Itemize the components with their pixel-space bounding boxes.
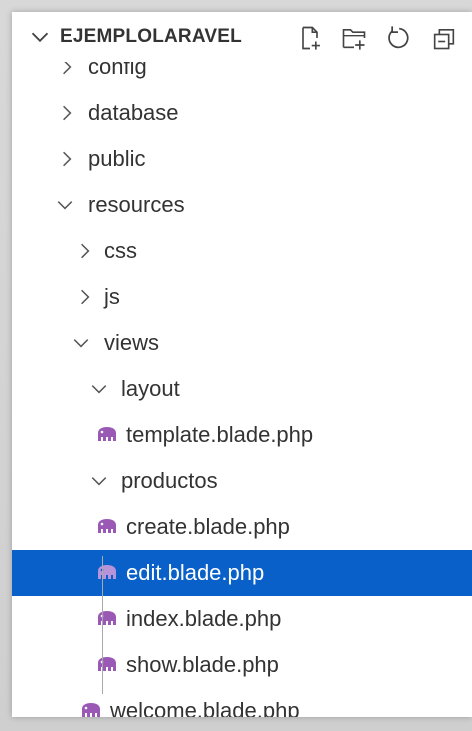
blade-file-icon [98, 657, 116, 671]
tree-item-label: index.blade.php [126, 606, 282, 631]
refresh-icon[interactable] [384, 24, 412, 52]
chevron-down-icon [91, 385, 107, 394]
tree-item-productos[interactable]: productos [12, 458, 472, 504]
explorer-title: EJEMPLOLARAVEL [60, 26, 242, 47]
tree-item-label: layout [121, 376, 180, 401]
blade-file-icon [98, 427, 116, 441]
tree-item-label: js [104, 284, 120, 309]
new-file-icon[interactable] [296, 24, 324, 52]
chevron-down-icon [91, 477, 107, 486]
tree-item-layout[interactable]: layout [12, 366, 472, 412]
tree-item-index-blade[interactable]: index.blade.php [12, 596, 472, 642]
tree-item-welcome-blade[interactable]: welcome.blade.php [12, 688, 472, 717]
chevron-down-icon [57, 201, 73, 210]
tree-item-resources[interactable]: resources [12, 182, 472, 228]
blade-file-icon [82, 703, 100, 717]
tree-item-label: edit.blade.php [126, 560, 265, 585]
chevron-down-icon [73, 339, 89, 348]
chevron-right-icon [81, 243, 90, 259]
chevron-right-icon [63, 151, 72, 167]
tree-item-label: css [104, 238, 137, 263]
blade-file-icon [98, 519, 116, 533]
chevron-right-icon [81, 289, 90, 305]
tree-item-js[interactable]: js [12, 274, 472, 320]
tree-item-show-blade[interactable]: show.blade.php [12, 642, 472, 688]
tree-item-label: public [88, 146, 146, 171]
indent-guide [102, 556, 103, 694]
tree-item-edit-blade[interactable]: edit.blade.php [12, 550, 472, 596]
tree-item-label: views [104, 330, 160, 355]
tree-item-template-blade[interactable]: template.blade.php [12, 412, 472, 458]
tree-item-label: database [88, 100, 179, 125]
tree-item-views[interactable]: views [12, 320, 472, 366]
tree-item-label: resources [88, 192, 185, 217]
explorer-panel: config database public resources css js … [12, 12, 472, 717]
tree-item-label: welcome.blade.php [110, 698, 300, 717]
blade-file-icon [98, 611, 116, 625]
explorer-header[interactable]: EJEMPLOLARAVEL [12, 12, 472, 62]
screenshot-frame: config database public resources css js … [0, 0, 472, 731]
new-folder-icon[interactable] [340, 24, 368, 52]
tree-item-label: template.blade.php [126, 422, 314, 447]
tree-item-label: show.blade.php [126, 652, 279, 677]
tree-item-label: create.blade.php [126, 514, 290, 539]
tree-item-create-blade[interactable]: create.blade.php [12, 504, 472, 550]
tree-item-database[interactable]: database [12, 90, 472, 136]
tree-item-label: productos [121, 468, 218, 493]
blade-file-icon [98, 565, 116, 579]
chevron-down-icon[interactable] [30, 27, 50, 47]
tree-item-css[interactable]: css [12, 228, 472, 274]
tree-item-public[interactable]: public [12, 136, 472, 182]
collapse-all-icon[interactable] [430, 24, 458, 52]
chevron-right-icon [63, 105, 72, 121]
